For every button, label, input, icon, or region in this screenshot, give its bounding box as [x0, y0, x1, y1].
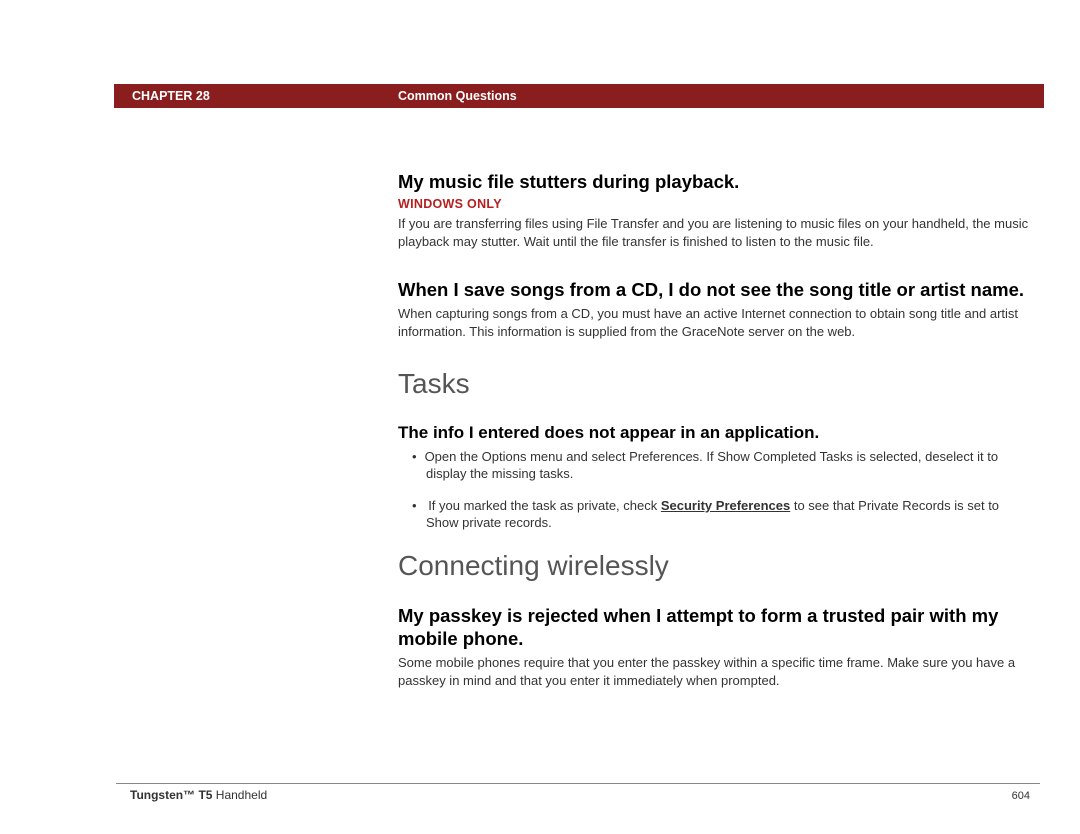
question-heading-passkey: My passkey is rejected when I attempt to…: [398, 604, 1030, 650]
chapter-header-bar: CHAPTER 28 Common Questions: [114, 84, 1044, 108]
product-name-rest: Handheld: [212, 788, 267, 802]
windows-only-label: WINDOWS ONLY: [398, 197, 1030, 211]
question-heading-stutter: My music file stutters during playback.: [398, 170, 1030, 193]
bullet-list-tasks: Open the Options menu and select Prefere…: [398, 448, 1030, 532]
page-number: 604: [1012, 790, 1030, 802]
section-title-tasks: Tasks: [398, 368, 1030, 400]
page-footer: Tungsten™ T5 Handheld 604: [116, 783, 1040, 802]
main-content: My music file stutters during playback. …: [398, 170, 1030, 689]
question-heading-info: The info I entered does not appear in an…: [398, 422, 1030, 443]
bullet-item: If you marked the task as private, check…: [398, 497, 1030, 532]
section-title-wireless: Connecting wirelessly: [398, 550, 1030, 582]
product-name: Tungsten™ T5 Handheld: [130, 788, 267, 802]
product-name-bold: Tungsten™ T5: [130, 788, 212, 802]
section-label: Common Questions: [398, 89, 517, 103]
bullet-item: Open the Options menu and select Prefere…: [398, 448, 1030, 483]
answer-passkey: Some mobile phones require that you ente…: [398, 654, 1030, 689]
chapter-label: CHAPTER 28: [132, 89, 210, 103]
bullet-text-a: If you marked the task as private, check: [428, 498, 661, 513]
security-preferences-link[interactable]: Security Preferences: [661, 498, 790, 513]
answer-stutter: If you are transferring files using File…: [398, 215, 1030, 250]
question-heading-cd: When I save songs from a CD, I do not se…: [398, 278, 1030, 301]
answer-cd: When capturing songs from a CD, you must…: [398, 305, 1030, 340]
